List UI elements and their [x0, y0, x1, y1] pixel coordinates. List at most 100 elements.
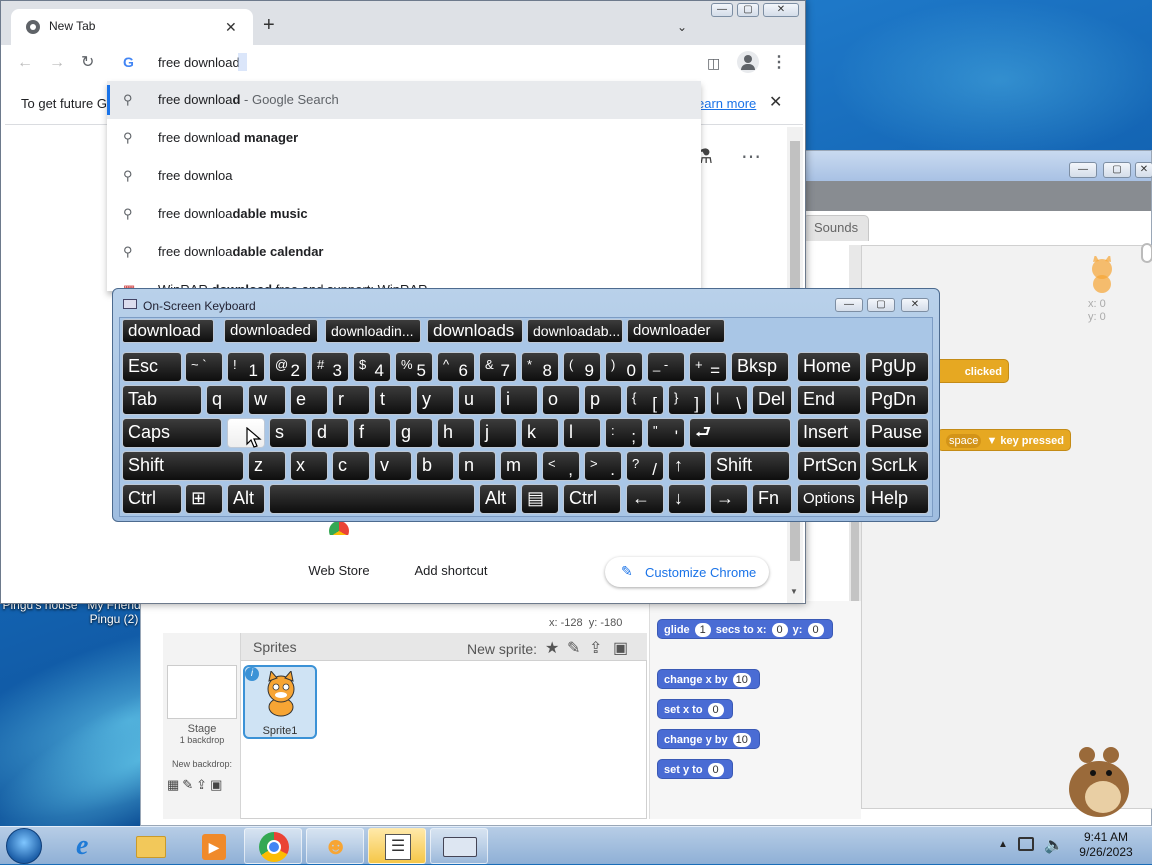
suggestion-row[interactable]: ⚲ free downloadable music: [107, 195, 701, 233]
key-shift-left[interactable]: Shift: [122, 451, 244, 481]
key-minus[interactable]: _ -: [647, 352, 685, 382]
backdrop-tools-icon[interactable]: ▦✎⇪▣: [167, 777, 225, 793]
prediction-4[interactable]: downloads: [427, 319, 523, 343]
key-alt-left[interactable]: Alt: [227, 484, 265, 514]
tab-sounds[interactable]: Sounds: [803, 215, 870, 241]
set-y-block[interactable]: set y to 0: [657, 759, 733, 779]
key-2[interactable]: @2: [269, 352, 307, 382]
key-del[interactable]: Del: [752, 385, 792, 415]
key-5[interactable]: % 5: [395, 352, 433, 382]
key-7[interactable]: & 7: [479, 352, 517, 382]
when-key-pressed-block[interactable]: space ▼ key pressed: [937, 429, 1071, 451]
key-dropdown[interactable]: space: [946, 434, 982, 448]
chrome-maximize-button[interactable]: ▢: [737, 3, 759, 17]
omnibox[interactable]: G free download: [109, 45, 701, 81]
key-scrlk[interactable]: ScrLk: [865, 451, 929, 481]
key-8[interactable]: * 8: [521, 352, 559, 382]
key-arrow-right[interactable]: →: [710, 484, 748, 514]
key-q[interactable]: q: [206, 385, 244, 415]
set-x-block[interactable]: set x to 0: [657, 699, 733, 719]
key-n[interactable]: n: [458, 451, 496, 481]
key-shift-right[interactable]: Shift: [710, 451, 790, 481]
key-arrow-up[interactable]: ↑: [668, 451, 706, 481]
key-t[interactable]: t: [374, 385, 412, 415]
taskbar-chrome-button[interactable]: [244, 828, 302, 864]
tray-clock[interactable]: 9:41 AM 9/26/2023: [1066, 830, 1146, 860]
key-arrow-down[interactable]: ↓: [668, 484, 706, 514]
key-enter[interactable]: ⮐: [689, 418, 791, 448]
key-3[interactable]: #3: [311, 352, 349, 382]
key-g[interactable]: g: [395, 418, 433, 448]
taskbar-ie-button[interactable]: e: [60, 828, 118, 864]
osk-maximize-button[interactable]: ▢: [867, 298, 895, 312]
key-backtick[interactable]: ~ `: [185, 352, 223, 382]
stage-resize-handle[interactable]: [1141, 243, 1152, 263]
key-equals[interactable]: + =: [689, 352, 727, 382]
back-icon[interactable]: ←: [17, 53, 33, 73]
key-1[interactable]: ! 1: [227, 352, 265, 382]
key-tab[interactable]: Tab: [122, 385, 202, 415]
key-rbracket[interactable]: }]: [668, 385, 706, 415]
suggestion-row[interactable]: ⚲ free download manager: [107, 119, 701, 157]
key-y[interactable]: y: [416, 385, 454, 415]
taskbar-media-button[interactable]: ▶: [184, 828, 242, 864]
key-ctrl-right[interactable]: Ctrl: [563, 484, 621, 514]
key-p[interactable]: p: [584, 385, 622, 415]
tab-search-chevron-icon[interactable]: ⌄: [677, 17, 687, 37]
prediction-3[interactable]: downloadin...: [325, 319, 421, 343]
prediction-6[interactable]: downloader: [627, 319, 725, 343]
key-prtscn[interactable]: PrtScn: [797, 451, 861, 481]
key-alt-right[interactable]: Alt: [479, 484, 517, 514]
chrome-minimize-button[interactable]: —: [711, 3, 733, 17]
taskbar-notepad-button[interactable]: ☰: [368, 828, 426, 864]
sprite-library-icon[interactable]: ★: [545, 639, 559, 659]
forward-icon[interactable]: →: [49, 53, 65, 73]
shortcut-web-store[interactable]: Web Store: [289, 563, 389, 578]
paint-sprite-icon[interactable]: ✎: [567, 639, 580, 659]
key-k[interactable]: k: [521, 418, 559, 448]
key-d[interactable]: d: [311, 418, 349, 448]
key-e[interactable]: e: [290, 385, 328, 415]
key-options[interactable]: Options: [797, 484, 861, 514]
key-pgup[interactable]: PgUp: [865, 352, 929, 382]
tab-new-tab[interactable]: New Tab ✕: [11, 9, 253, 45]
key-9[interactable]: (9: [563, 352, 601, 382]
taskbar-explorer-button[interactable]: [122, 828, 180, 864]
chrome-close-button[interactable]: ✕: [763, 3, 799, 17]
shortcut-add[interactable]: Add shortcut: [401, 563, 501, 578]
key-fn[interactable]: Fn: [752, 484, 792, 514]
key-pgdn[interactable]: PgDn: [865, 385, 929, 415]
osk-minimize-button[interactable]: —: [835, 298, 863, 312]
camera-sprite-icon[interactable]: ▣: [613, 639, 628, 659]
change-y-block[interactable]: change y by 10: [657, 729, 760, 749]
volume-muted-icon[interactable]: 🔈: [1044, 835, 1064, 855]
key-lbracket[interactable]: {[: [626, 385, 664, 415]
key-s[interactable]: s: [269, 418, 307, 448]
key-u[interactable]: u: [458, 385, 496, 415]
key-caps[interactable]: Caps: [122, 418, 222, 448]
sprite1-thumbnail[interactable]: i Sprite1: [243, 665, 317, 739]
suggestion-row[interactable]: ⚲ free download - Google Search: [107, 81, 701, 119]
tab-close-icon[interactable]: ✕: [225, 17, 237, 37]
osk-close-button[interactable]: ✕: [901, 298, 929, 312]
scroll-down-icon[interactable]: ▼: [790, 587, 798, 596]
key-menu-icon[interactable]: ▤: [521, 484, 559, 514]
prediction-2[interactable]: downloaded: [224, 319, 318, 343]
key-i[interactable]: i: [500, 385, 538, 415]
key-end[interactable]: End: [797, 385, 861, 415]
apps-grid-icon[interactable]: ⋯: [741, 147, 761, 167]
key-h[interactable]: h: [437, 418, 475, 448]
key-esc[interactable]: Esc: [122, 352, 182, 382]
prediction-5[interactable]: downloadab...: [527, 319, 623, 343]
reload-icon[interactable]: ↻: [81, 53, 94, 73]
key-v[interactable]: v: [374, 451, 412, 481]
key-6[interactable]: ^ 6: [437, 352, 475, 382]
key-o[interactable]: o: [542, 385, 580, 415]
key-b[interactable]: b: [416, 451, 454, 481]
key-home[interactable]: Home: [797, 352, 861, 382]
scratch-maximize-button[interactable]: ▢: [1103, 162, 1131, 178]
key-j[interactable]: j: [479, 418, 517, 448]
taskbar-keyboard-button[interactable]: [430, 828, 488, 864]
key-4[interactable]: $4: [353, 352, 391, 382]
taskbar-scratch-button[interactable]: ☻: [306, 828, 364, 864]
